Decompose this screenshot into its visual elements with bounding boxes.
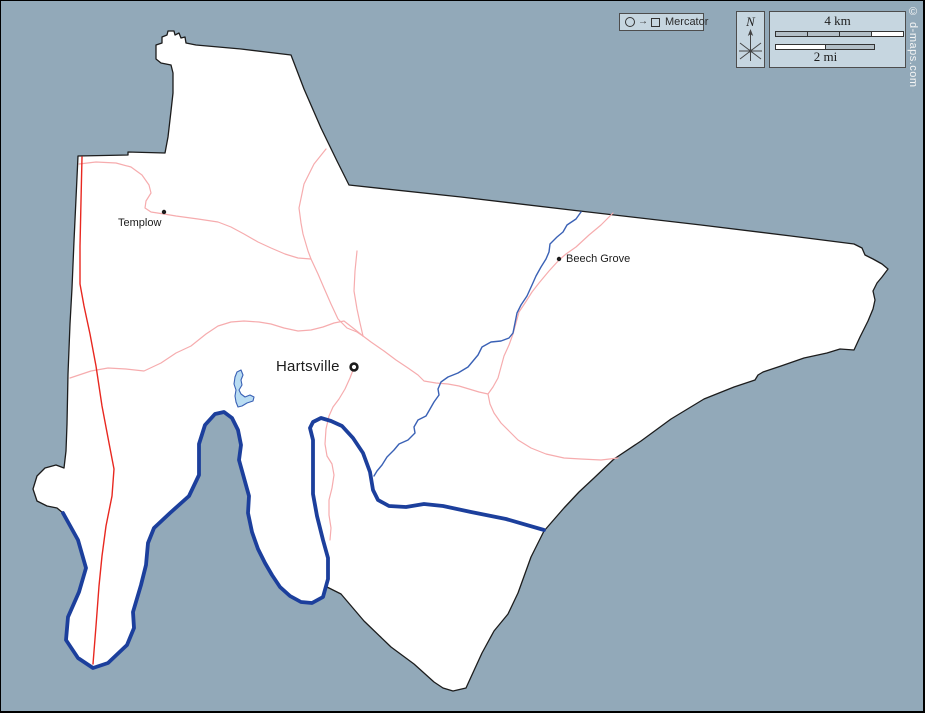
compass-north-label: N (737, 15, 764, 28)
hartsville-county-seat-icon (351, 364, 358, 371)
square-icon (651, 18, 660, 27)
scale-km-label: 4 km (770, 13, 905, 29)
circle-icon (625, 17, 635, 27)
compass-box: N (736, 11, 765, 68)
county-outline (33, 31, 888, 691)
projection-box: → Mercator (619, 13, 704, 31)
scale-mi-label: 2 mi (776, 49, 875, 65)
hartsville-label: Hartsville (276, 358, 340, 375)
scale-bar-box: 4 km 2 mi (769, 11, 906, 68)
copyright-text: © d-maps.com (907, 6, 919, 88)
beech-grove-label: Beech Grove (566, 253, 630, 265)
projection-label: Mercator (665, 16, 708, 28)
beech-grove-marker-icon (557, 257, 561, 261)
scale-km-bar (775, 31, 904, 37)
map-canvas: Templow Beech Grove Hartsville → Mercato… (0, 0, 925, 713)
county-map-svg (1, 1, 925, 713)
templow-marker-icon (162, 210, 166, 214)
arrow-right-icon: → (638, 17, 648, 27)
templow-label: Templow (118, 217, 161, 229)
compass-rose-icon (737, 28, 764, 66)
